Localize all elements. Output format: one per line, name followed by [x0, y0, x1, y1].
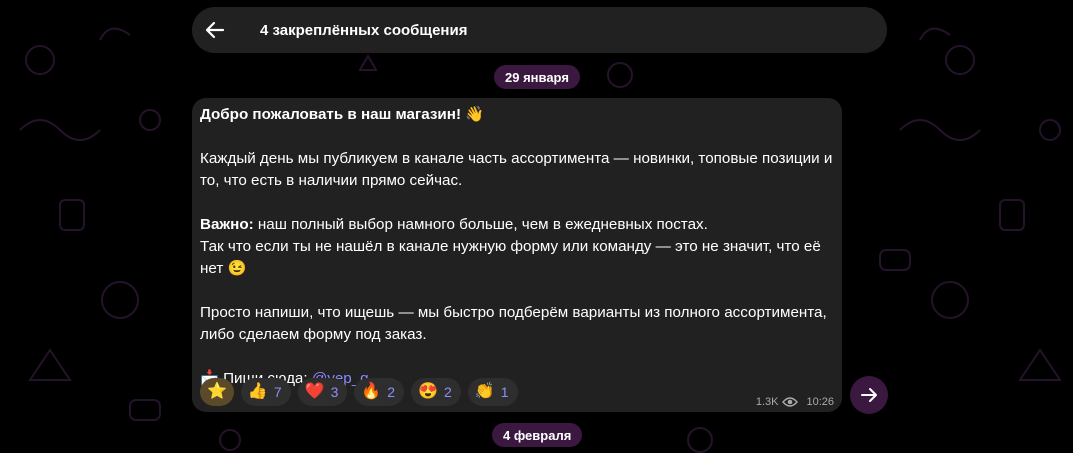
- reactions-bar: ⭐ 👍 7 ❤️ 3 🔥 2 😍 2 👏 1: [200, 378, 518, 406]
- eye-icon: [782, 397, 799, 407]
- reaction-heart[interactable]: ❤️ 3: [297, 378, 348, 406]
- message-paragraph: Так что если ты не нашёл в канале нужную…: [200, 238, 821, 277]
- arrow-right-icon: [861, 388, 877, 402]
- heart-eyes-emoji: 😍: [418, 383, 438, 400]
- message-paragraph: Каждый день мы публикуем в канале часть …: [200, 150, 833, 189]
- date-separator: 4 февраля: [492, 423, 583, 447]
- important-label: Важно:: [200, 216, 254, 233]
- reaction-count: 1: [500, 384, 509, 400]
- back-button[interactable]: [192, 7, 238, 53]
- reaction-clap[interactable]: 👏 1: [467, 378, 518, 406]
- header-title: 4 закреплённых сообщения: [260, 21, 468, 39]
- reaction-heart-eyes[interactable]: 😍 2: [411, 378, 461, 406]
- message-greeting: Добро пожаловать в наш магазин! 👋: [200, 106, 485, 123]
- reaction-count: 7: [273, 384, 282, 400]
- heart-emoji: ❤️: [304, 383, 325, 400]
- clap-emoji: 👏: [474, 383, 495, 400]
- message-bubble[interactable]: Добро пожаловать в наш магазин! 👋 Каждый…: [192, 98, 842, 412]
- reaction-count: 3: [330, 384, 339, 400]
- pinned-messages-header: 4 закреплённых сообщения: [192, 7, 887, 53]
- date-separator: 29 января: [494, 65, 580, 89]
- star-emoji: ⭐: [207, 383, 227, 400]
- message-paragraph: Просто напиши, что ищешь — мы быстро под…: [200, 304, 827, 343]
- message-important: Важно: наш полный выбор намного больше, …: [200, 214, 836, 236]
- reaction-count: 2: [444, 384, 452, 400]
- views-count: 1.3K: [755, 396, 779, 408]
- go-to-message-button[interactable]: [850, 376, 888, 414]
- reaction-thumbs-up[interactable]: 👍 7: [240, 378, 291, 406]
- reaction-star[interactable]: ⭐: [200, 378, 234, 406]
- message-text: Добро пожаловать в наш магазин! 👋 Каждый…: [200, 104, 836, 390]
- reaction-count: 2: [387, 384, 396, 400]
- message-time: 10:26: [806, 396, 834, 408]
- message-meta: 1.3K 10:26: [756, 396, 834, 408]
- thumbs-up-emoji: 👍: [247, 383, 268, 400]
- reaction-fire[interactable]: 🔥 2: [354, 378, 405, 406]
- arrow-left-icon: [205, 21, 225, 39]
- important-text: наш полный выбор намного больше, чем в е…: [253, 216, 708, 233]
- fire-emoji: 🔥: [361, 383, 382, 400]
